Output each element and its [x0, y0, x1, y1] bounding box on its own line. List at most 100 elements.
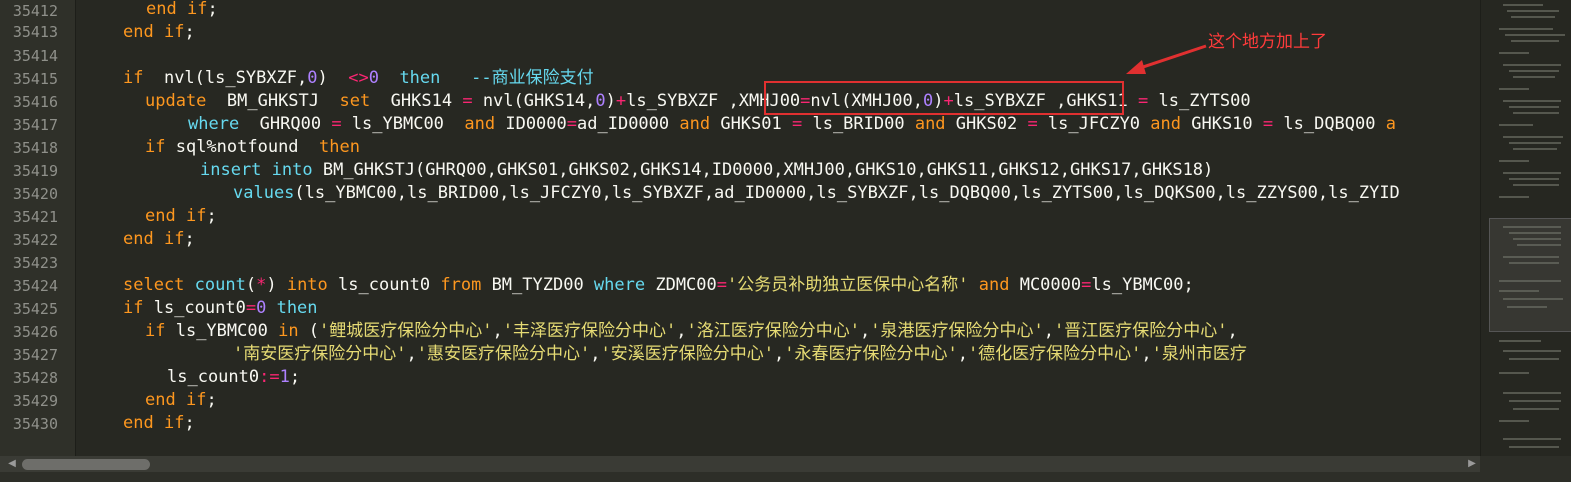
code-line: if ls_YBMC00 in ('鲤城医疗保险分中心','丰泽医疗保险分中心'… [145, 320, 1238, 343]
scrollbar-corner [1480, 456, 1571, 472]
line-number-gutter: 35412 35413 35414 35415 35416 35417 3541… [0, 0, 76, 456]
code-line: if ls_count0=0 then [123, 297, 318, 320]
code-token: MC0000 [1009, 275, 1082, 295]
code-token: = [1081, 275, 1092, 295]
code-line: end if; [145, 389, 217, 412]
code-string: '洛江医疗保险分中心' [686, 321, 860, 341]
code-token: in [278, 321, 299, 341]
code-token: if [145, 137, 166, 157]
code-token: GHRQ00 [239, 114, 332, 134]
bottom-border [0, 472, 1571, 482]
line-number: 35418 [12, 139, 58, 157]
minimap-viewport[interactable] [1489, 218, 1571, 332]
code-token: end [145, 206, 176, 226]
line-number: 35416 [12, 93, 58, 111]
code-line: end if; [146, 0, 218, 21]
code-token: , [1043, 321, 1054, 341]
code-token: , [1227, 321, 1238, 341]
code-string: '德化医疗保险分中心' [967, 344, 1142, 364]
code-token: and [978, 275, 1010, 295]
code-token: update [145, 91, 207, 111]
code-token: sql%notfound [165, 137, 320, 157]
code-token: nvl(ls_SYBXZF, [143, 68, 308, 88]
code-comment: --商业保险支付 [471, 68, 594, 88]
code-token: ls_BRID00 [802, 114, 915, 134]
code-token: ls_YBMC00 [341, 114, 465, 134]
code-token: from [440, 275, 482, 295]
code-editor[interactable]: end if; end if; if nvl(ls_SYBXZF,0) <>0 … [76, 0, 1479, 456]
code-token: into [261, 160, 313, 180]
code-token: BM_TYZD00 [481, 275, 594, 295]
line-number: 35412 [12, 2, 58, 20]
code-token: = [1138, 91, 1149, 111]
code-token: = [331, 114, 342, 134]
code-token: 0 [256, 298, 267, 318]
code-token: BM_GHKSTJ(GHRQ00,GHKS01,GHKS02,GHKS14,ID… [312, 160, 1214, 180]
code-token: if [153, 229, 185, 249]
line-number: 35428 [12, 369, 58, 387]
line-number: 35419 [12, 162, 58, 180]
code-token: GHKS02 [945, 114, 1028, 134]
scrollbar-thumb[interactable] [22, 459, 150, 470]
line-number: 35425 [12, 300, 58, 318]
line-number: 35427 [12, 346, 58, 364]
code-token: end [123, 22, 154, 42]
code-string: '丰泽医疗保险分中心' [502, 321, 677, 341]
line-number: 35414 [12, 47, 58, 65]
code-token: end [123, 229, 154, 249]
code-line: end if; [123, 228, 195, 251]
code-token: = [566, 114, 578, 134]
code-line: ls_count0:=1; [167, 366, 300, 389]
code-line: end if; [123, 21, 195, 44]
line-number: 35423 [12, 254, 58, 272]
code-token: ; [206, 206, 217, 226]
minimap[interactable] [1480, 0, 1571, 456]
code-token: end [123, 413, 154, 433]
code-token: ) [605, 91, 616, 111]
code-token: 0 [595, 91, 606, 111]
code-line: insert into BM_GHKSTJ(GHRQ00,GHKS01,GHKS… [200, 159, 1213, 182]
code-token: GHKS01 [710, 114, 792, 134]
line-number: 35421 [12, 208, 58, 226]
scroll-right-icon[interactable]: ▶ [1464, 456, 1480, 472]
scroll-left-icon[interactable]: ◀ [4, 456, 20, 472]
code-token: , [406, 344, 417, 364]
code-token: if [176, 0, 208, 19]
horizontal-scrollbar[interactable] [0, 456, 1480, 472]
code-token: , [957, 344, 968, 364]
code-string: '南安医疗保险分中心' [233, 344, 407, 364]
line-number: 35422 [12, 231, 58, 249]
code-token: ( [245, 275, 257, 295]
code-string: '永春医疗保险分中心' [784, 344, 958, 364]
code-token: , [492, 321, 503, 341]
code-token: GHKS14 [370, 91, 463, 111]
code-string: '安溪医疗保险分中心' [600, 344, 774, 364]
code-token: = [1027, 114, 1038, 134]
code-token: := [259, 367, 280, 387]
code-token: ls_JFCZY0 [1037, 114, 1151, 134]
code-token: a [1385, 114, 1396, 134]
code-token: GHKS10 [1181, 114, 1263, 134]
code-token: and [464, 114, 496, 134]
code-token: and [914, 114, 946, 134]
line-number: 35424 [12, 277, 58, 295]
code-token: if [175, 206, 207, 226]
code-token: * [256, 275, 267, 295]
line-number: 35417 [12, 116, 58, 134]
code-token: + [615, 91, 627, 111]
code-token: ls_count0 [327, 275, 441, 295]
code-token: , [773, 344, 785, 364]
annotation-text: 这个地方加上了 [1208, 32, 1327, 52]
code-string: '泉港医疗保险分中心' [870, 321, 1044, 341]
line-number: 35430 [12, 415, 58, 433]
code-token: = [791, 114, 803, 134]
code-token: ls_count0 [167, 367, 260, 387]
code-token: end [146, 0, 177, 19]
code-token: then [399, 68, 441, 88]
code-token: ls_count0 [143, 298, 246, 318]
code-token: and [679, 114, 711, 134]
code-token: ZDMC00 [645, 275, 717, 295]
code-token: ls_SYBXZF [626, 91, 729, 111]
code-token: where [188, 114, 240, 134]
